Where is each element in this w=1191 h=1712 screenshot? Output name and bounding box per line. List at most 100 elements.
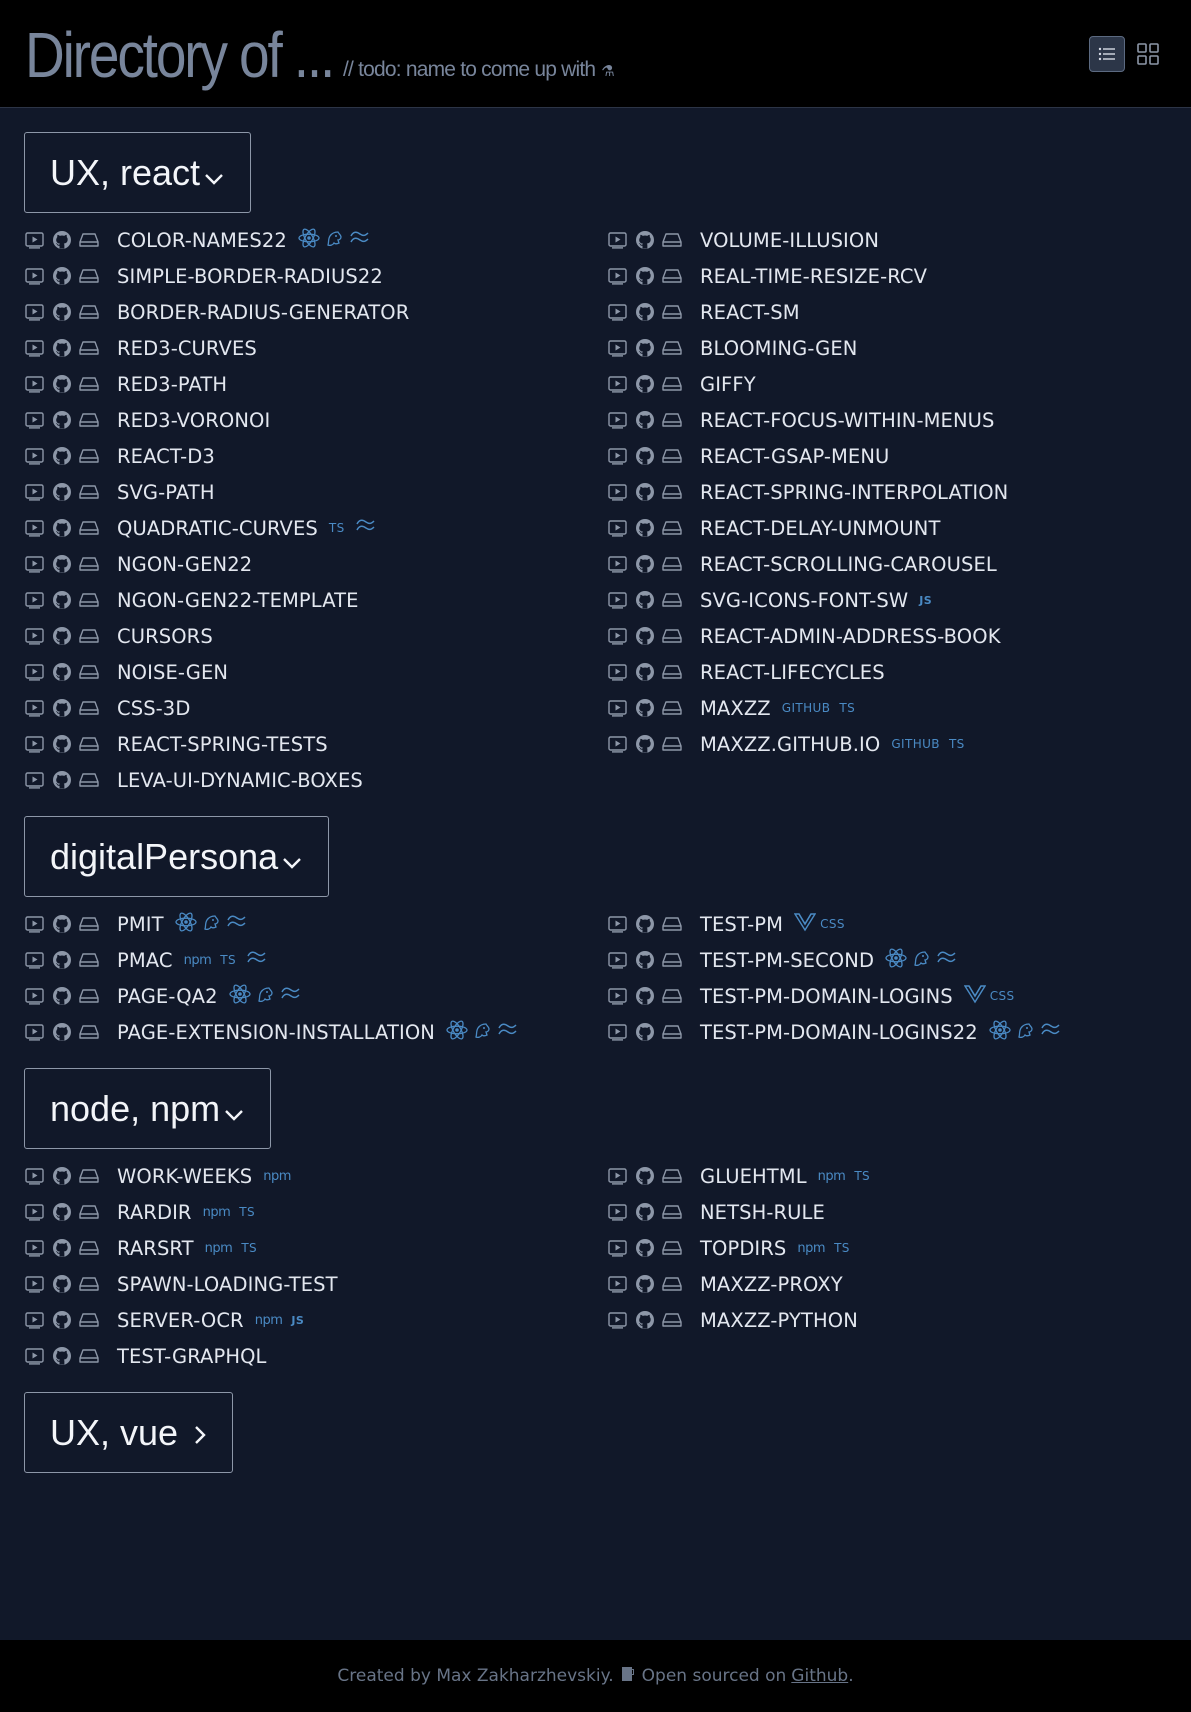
github-icon[interactable]: [51, 626, 72, 647]
local-folder-icon[interactable]: [661, 698, 682, 719]
demo-icon[interactable]: [24, 950, 45, 971]
project-name[interactable]: NOISE-GEN: [117, 661, 228, 684]
demo-icon[interactable]: [607, 1202, 628, 1223]
local-folder-icon[interactable]: [78, 1346, 99, 1367]
local-folder-icon[interactable]: [78, 374, 99, 395]
github-icon[interactable]: [634, 1022, 655, 1043]
github-icon[interactable]: [51, 1274, 72, 1295]
project-name[interactable]: NGON-GEN22: [117, 553, 252, 576]
demo-icon[interactable]: [24, 554, 45, 575]
project-name[interactable]: TEST-PM: [700, 913, 783, 936]
local-folder-icon[interactable]: [661, 446, 682, 467]
local-folder-icon[interactable]: [78, 302, 99, 323]
github-icon[interactable]: [51, 266, 72, 287]
project-name[interactable]: REACT-GSAP-MENU: [700, 445, 889, 468]
github-icon[interactable]: [51, 482, 72, 503]
demo-icon[interactable]: [607, 1310, 628, 1331]
demo-icon[interactable]: [607, 1274, 628, 1295]
github-icon[interactable]: [634, 554, 655, 575]
group-header[interactable]: digitalPersona: [24, 816, 330, 897]
demo-icon[interactable]: [24, 986, 45, 1007]
demo-icon[interactable]: [607, 950, 628, 971]
github-link[interactable]: Github: [791, 1666, 848, 1686]
demo-icon[interactable]: [607, 1166, 628, 1187]
local-folder-icon[interactable]: [661, 482, 682, 503]
demo-icon[interactable]: [24, 446, 45, 467]
project-name[interactable]: LEVA-UI-DYNAMIC-BOXES: [117, 769, 363, 792]
local-folder-icon[interactable]: [78, 482, 99, 503]
github-icon[interactable]: [51, 1310, 72, 1331]
demo-icon[interactable]: [607, 1238, 628, 1259]
local-folder-icon[interactable]: [78, 590, 99, 611]
project-name[interactable]: REACT-LIFECYCLES: [700, 661, 885, 684]
local-folder-icon[interactable]: [661, 338, 682, 359]
project-name[interactable]: RED3-PATH: [117, 373, 227, 396]
project-name[interactable]: MAXZZ-PROXY: [700, 1273, 843, 1296]
project-name[interactable]: MAXZZ.GITHUB.IO: [700, 733, 880, 756]
project-name[interactable]: REACT-SCROLLING-CAROUSEL: [700, 553, 997, 576]
list-view-button[interactable]: [1089, 36, 1125, 72]
github-icon[interactable]: [634, 1166, 655, 1187]
grid-view-button[interactable]: [1130, 36, 1166, 72]
github-icon[interactable]: [634, 302, 655, 323]
project-name[interactable]: SPAWN-LOADING-TEST: [117, 1273, 338, 1296]
project-name[interactable]: RARSRT: [117, 1237, 194, 1260]
project-name[interactable]: REAL-TIME-RESIZE-RCV: [700, 265, 927, 288]
github-icon[interactable]: [634, 1202, 655, 1223]
project-name[interactable]: SERVER-OCR: [117, 1309, 244, 1332]
group-header[interactable]: UX, vue: [24, 1392, 234, 1473]
local-folder-icon[interactable]: [78, 266, 99, 287]
local-folder-icon[interactable]: [661, 590, 682, 611]
github-icon[interactable]: [634, 374, 655, 395]
project-name[interactable]: TEST-PM-SECOND: [700, 949, 874, 972]
local-folder-icon[interactable]: [78, 1202, 99, 1223]
github-icon[interactable]: [634, 1238, 655, 1259]
github-icon[interactable]: [51, 374, 72, 395]
project-name[interactable]: REACT-ADMIN-ADDRESS-BOOK: [700, 625, 1001, 648]
local-folder-icon[interactable]: [661, 734, 682, 755]
project-name[interactable]: REACT-FOCUS-WITHIN-MENUS: [700, 409, 994, 432]
group-header[interactable]: node, npm: [24, 1068, 272, 1149]
github-icon[interactable]: [51, 914, 72, 935]
project-name[interactable]: RED3-VORONOI: [117, 409, 270, 432]
project-name[interactable]: QUADRATIC-CURVES: [117, 517, 318, 540]
demo-icon[interactable]: [24, 410, 45, 431]
local-folder-icon[interactable]: [661, 230, 682, 251]
github-icon[interactable]: [51, 1202, 72, 1223]
local-folder-icon[interactable]: [661, 518, 682, 539]
github-icon[interactable]: [51, 770, 72, 791]
project-name[interactable]: RED3-CURVES: [117, 337, 257, 360]
github-icon[interactable]: [634, 266, 655, 287]
demo-icon[interactable]: [24, 482, 45, 503]
project-name[interactable]: REACT-SPRING-INTERPOLATION: [700, 481, 1008, 504]
local-folder-icon[interactable]: [661, 374, 682, 395]
project-name[interactable]: PAGE-QA2: [117, 985, 218, 1008]
github-icon[interactable]: [51, 446, 72, 467]
demo-icon[interactable]: [24, 1022, 45, 1043]
demo-icon[interactable]: [24, 518, 45, 539]
project-name[interactable]: PMAC: [117, 949, 173, 972]
github-icon[interactable]: [634, 662, 655, 683]
project-name[interactable]: TEST-PM-DOMAIN-LOGINS: [700, 985, 953, 1008]
github-icon[interactable]: [634, 518, 655, 539]
github-icon[interactable]: [634, 446, 655, 467]
local-folder-icon[interactable]: [78, 914, 99, 935]
demo-icon[interactable]: [24, 1238, 45, 1259]
local-folder-icon[interactable]: [661, 914, 682, 935]
demo-icon[interactable]: [607, 734, 628, 755]
github-icon[interactable]: [51, 986, 72, 1007]
project-name[interactable]: NETSH-RULE: [700, 1201, 825, 1224]
github-icon[interactable]: [51, 734, 72, 755]
demo-icon[interactable]: [607, 374, 628, 395]
local-folder-icon[interactable]: [661, 1238, 682, 1259]
project-name[interactable]: REACT-DELAY-UNMOUNT: [700, 517, 940, 540]
project-name[interactable]: TEST-GRAPHQL: [117, 1345, 267, 1368]
demo-icon[interactable]: [607, 410, 628, 431]
project-name[interactable]: RARDIR: [117, 1201, 192, 1224]
demo-icon[interactable]: [607, 266, 628, 287]
github-icon[interactable]: [51, 1238, 72, 1259]
project-name[interactable]: REACT-SPRING-TESTS: [117, 733, 328, 756]
github-icon[interactable]: [634, 950, 655, 971]
github-icon[interactable]: [634, 626, 655, 647]
local-folder-icon[interactable]: [661, 410, 682, 431]
